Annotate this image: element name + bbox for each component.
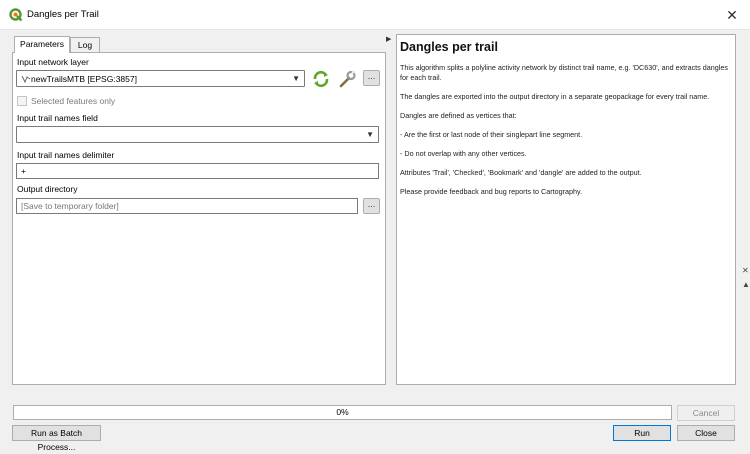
chevron-down-icon: ▼ [292,74,300,83]
help-paragraph: Dangles are defined as vertices that: [400,111,517,120]
tab-log[interactable]: Log [70,37,100,53]
output-directory-label: Output directory [17,184,78,194]
help-panel: Dangles per trail This algorithm splits … [396,34,736,385]
help-title: Dangles per trail [400,40,498,54]
input-network-layer-label: Input network layer [17,57,89,67]
wrench-icon[interactable] [338,70,357,88]
browse-output-button[interactable]: … [363,198,380,214]
line-layer-icon [21,75,31,84]
help-paragraph: Attributes 'Trail', 'Checked', 'Bookmark… [400,168,642,177]
input-network-layer-combo[interactable]: newTrailsMTB [EPSG:3857] ▼ [16,70,305,87]
delimiter-value: + [21,166,26,176]
help-paragraph: This algorithm splits a polyline activit… [400,63,728,82]
output-directory-input[interactable]: [Save to temporary folder] [16,198,358,214]
progress-label: 0% [336,407,349,417]
tab-parameters[interactable]: Parameters [14,36,70,53]
close-icon[interactable]: ✕ [722,5,742,25]
chevron-down-icon: ▼ [366,130,374,139]
trail-names-field-label: Input trail names field [17,113,98,123]
checkbox[interactable] [17,96,27,106]
output-directory-placeholder: [Save to temporary folder] [21,201,119,211]
close-button[interactable]: Close [677,425,735,441]
help-paragraph: - Are the first or last node of their si… [400,130,583,139]
selected-features-label: Selected features only [31,96,116,106]
delimiter-label: Input trail names delimiter [17,150,115,160]
help-paragraph: Please provide feedback and bug reports … [400,187,583,196]
trail-names-field-combo[interactable]: ▼ [16,126,379,143]
qgis-icon [9,8,23,22]
collapse-help-icon[interactable]: ▶ [386,35,391,43]
help-paragraph: - Do not overlap with any other vertices… [400,149,527,158]
cancel-button[interactable]: Cancel [677,405,735,421]
background-close-icon: ✕ [742,266,749,275]
delimiter-input[interactable]: + [16,163,379,179]
background-scroll-arrow-icon: ▲ [742,280,750,289]
iterate-icon[interactable] [312,70,330,88]
progress-bar: 0% [13,405,672,420]
layer-options-button[interactable]: … [363,70,380,86]
run-button[interactable]: Run [613,425,671,441]
input-network-layer-value: newTrailsMTB [EPSG:3857] [31,74,137,84]
title-bar: Dangles per Trail ✕ [0,0,750,30]
window-title: Dangles per Trail [27,9,99,20]
run-as-batch-button[interactable]: Run as Batch Process... [12,425,101,452]
help-paragraph: The dangles are exported into the output… [400,92,710,101]
